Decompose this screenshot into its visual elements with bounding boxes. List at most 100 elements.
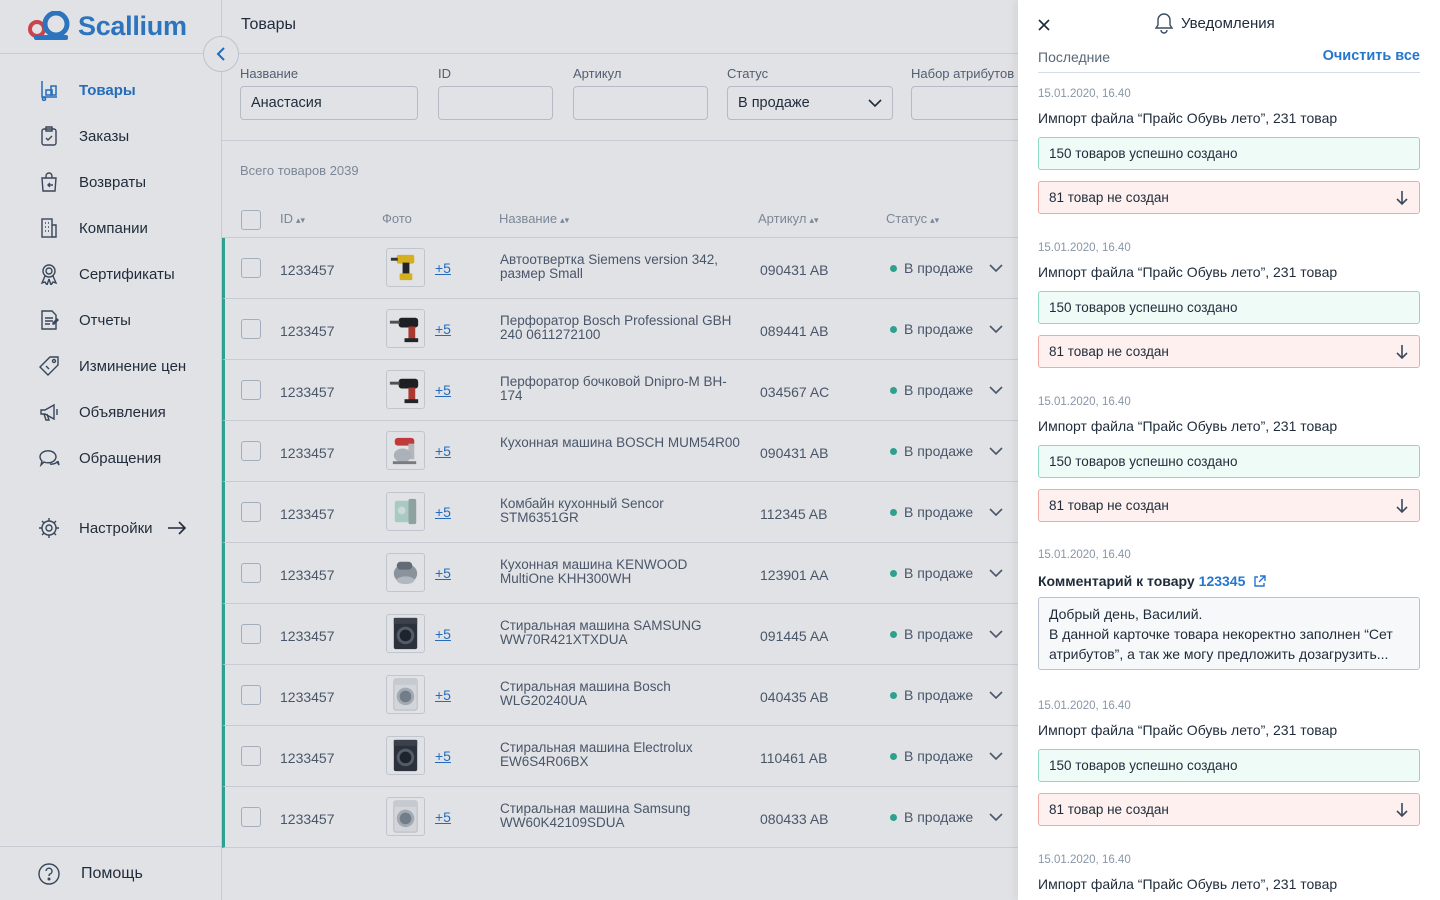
download-arrow-icon[interactable] — [1395, 344, 1409, 360]
product-photo[interactable] — [386, 614, 425, 653]
row-checkbox[interactable] — [241, 380, 261, 400]
more-photos-link[interactable]: +5 — [435, 687, 451, 703]
column-id[interactable]: ID ▴▾ — [280, 211, 305, 226]
id-input[interactable] — [438, 86, 553, 120]
chevron-down-icon[interactable] — [988, 687, 1004, 703]
row-checkbox[interactable] — [241, 563, 261, 583]
status-dot — [890, 386, 897, 394]
sidebar-item-certificates[interactable]: Сертификаты — [0, 251, 222, 297]
product-name[interactable]: Кухонная машина KENWOOD MultiOne KHH300W… — [500, 558, 740, 586]
external-link-icon[interactable] — [1253, 574, 1267, 588]
notification-text: Импорт файла “Прайс Обувь лето”, 231 тов… — [1038, 418, 1338, 434]
download-arrow-icon[interactable] — [1395, 802, 1409, 818]
chevron-down-icon[interactable] — [988, 626, 1004, 642]
comment-message[interactable]: Добрый день, Василий. В данной карточке т… — [1038, 597, 1420, 670]
name-input[interactable]: Анастасия — [240, 86, 418, 120]
error-message[interactable]: 81 товар не создан — [1038, 181, 1420, 214]
more-photos-link[interactable]: +5 — [435, 748, 451, 764]
row-checkbox[interactable] — [241, 441, 261, 461]
row-checkbox[interactable] — [241, 746, 261, 766]
download-arrow-icon[interactable] — [1395, 190, 1409, 206]
bell-icon — [1154, 13, 1174, 34]
product-photo[interactable] — [386, 492, 425, 531]
product-name[interactable]: Стиральная машина Samsung WW60K42109SDUA — [500, 802, 740, 830]
more-photos-link[interactable]: +5 — [435, 321, 451, 337]
chevron-down-icon[interactable] — [988, 443, 1004, 459]
sidebar-item-ads[interactable]: Объявления — [0, 389, 222, 435]
clear-all-button[interactable]: Очистить все — [1323, 48, 1420, 64]
sidebar-item-companies[interactable]: Компании — [0, 205, 222, 251]
product-photo[interactable] — [386, 553, 425, 592]
chevron-down-icon[interactable] — [988, 321, 1004, 337]
collapse-sidebar-button[interactable] — [203, 36, 239, 72]
product-photo[interactable] — [386, 370, 425, 409]
error-message[interactable]: 81 товар не создан — [1038, 793, 1420, 826]
product-name[interactable]: Стиральная машина Electrolux EW6S4R06BX — [500, 741, 740, 769]
product-name[interactable]: Перфоратор Bosch Professional GBH 240 06… — [500, 314, 740, 342]
row-checkbox[interactable] — [241, 319, 261, 339]
chevron-down-icon[interactable] — [988, 382, 1004, 398]
product-article: 112345 AB — [760, 506, 828, 522]
product-link[interactable]: 123345 — [1199, 573, 1246, 589]
status-badge: В продаже — [890, 687, 973, 703]
sidebar: Scallium Товары Заказы Возвраты Компании… — [0, 0, 222, 900]
row-checkbox[interactable] — [241, 685, 261, 705]
chevron-down-icon[interactable] — [988, 504, 1004, 520]
sidebar-item-price-change[interactable]: Изминение цен — [0, 343, 222, 389]
product-name[interactable]: Стиральная машина SAMSUNG WW70R421XTXDUA — [500, 619, 740, 647]
row-checkbox[interactable] — [241, 258, 261, 278]
chevron-down-icon[interactable] — [988, 260, 1004, 276]
column-status[interactable]: Статус ▴▾ — [886, 211, 939, 226]
product-photo[interactable] — [386, 248, 425, 287]
sidebar-item-reports[interactable]: Отчеты — [0, 297, 222, 343]
select-all-checkbox[interactable] — [241, 210, 261, 230]
product-name[interactable]: Автоотвертка Siemens version 342, размер… — [500, 253, 740, 281]
product-photo[interactable] — [386, 736, 425, 775]
comment-title: Комментарий к товару 123345 — [1038, 571, 1420, 591]
notification-text: Импорт файла “Прайс Обувь лето”, 231 тов… — [1038, 110, 1338, 126]
more-photos-link[interactable]: +5 — [435, 382, 451, 398]
product-name[interactable]: Комбайн кухонный Sencor STM6351GR — [500, 497, 740, 525]
product-photo[interactable] — [386, 431, 425, 470]
column-article[interactable]: Артикул ▴▾ — [758, 211, 819, 226]
product-photo[interactable] — [386, 797, 425, 836]
chevron-down-icon[interactable] — [988, 565, 1004, 581]
chevron-down-icon[interactable] — [988, 748, 1004, 764]
status-badge: В продаже — [890, 321, 973, 337]
sidebar-item-products[interactable]: Товары — [0, 67, 222, 113]
row-checkbox[interactable] — [241, 624, 261, 644]
error-message[interactable]: 81 товар не создан — [1038, 489, 1420, 522]
tab-recent[interactable]: Последние — [1038, 49, 1110, 65]
more-photos-link[interactable]: +5 — [435, 565, 451, 581]
product-name[interactable]: Кухонная машина BOSCH MUM54R00 — [500, 436, 740, 450]
product-article: 089441 AB — [760, 323, 829, 339]
download-arrow-icon[interactable] — [1395, 498, 1409, 514]
column-name[interactable]: Название ▴▾ — [499, 211, 569, 226]
row-checkbox[interactable] — [241, 807, 261, 827]
error-message[interactable]: 81 товар не создан — [1038, 335, 1420, 368]
more-photos-link[interactable]: +5 — [435, 260, 451, 276]
sidebar-item-orders[interactable]: Заказы — [0, 113, 222, 159]
filter-label: Статус — [727, 66, 769, 81]
more-photos-link[interactable]: +5 — [435, 809, 451, 825]
row-checkbox[interactable] — [241, 502, 261, 522]
more-photos-link[interactable]: +5 — [435, 626, 451, 642]
logo[interactable]: Scallium — [28, 8, 187, 44]
sidebar-item-settings[interactable]: Настройки — [0, 505, 222, 551]
sidebar-item-returns[interactable]: Возвраты — [0, 159, 222, 205]
sidebar-item-help[interactable]: Помощь — [0, 852, 222, 896]
product-photo[interactable] — [386, 675, 425, 714]
chevron-down-icon[interactable] — [988, 809, 1004, 825]
sidebar-item-appeals[interactable]: Обращения — [0, 435, 222, 481]
product-name[interactable]: Перфоратор бочковой Dnipro-M BH-174 — [500, 375, 740, 403]
status-select[interactable]: В продаже — [727, 86, 893, 120]
article-input[interactable] — [573, 86, 708, 120]
chevron-down-icon — [868, 99, 882, 108]
close-icon[interactable] — [1036, 17, 1052, 33]
comment-title-text: Комментарий к товару — [1038, 573, 1195, 589]
sort-icon: ▴▾ — [930, 215, 940, 225]
product-name[interactable]: Стиральная машина Bosch WLG20240UA — [500, 680, 740, 708]
more-photos-link[interactable]: +5 — [435, 504, 451, 520]
more-photos-link[interactable]: +5 — [435, 443, 451, 459]
product-photo[interactable] — [386, 309, 425, 348]
